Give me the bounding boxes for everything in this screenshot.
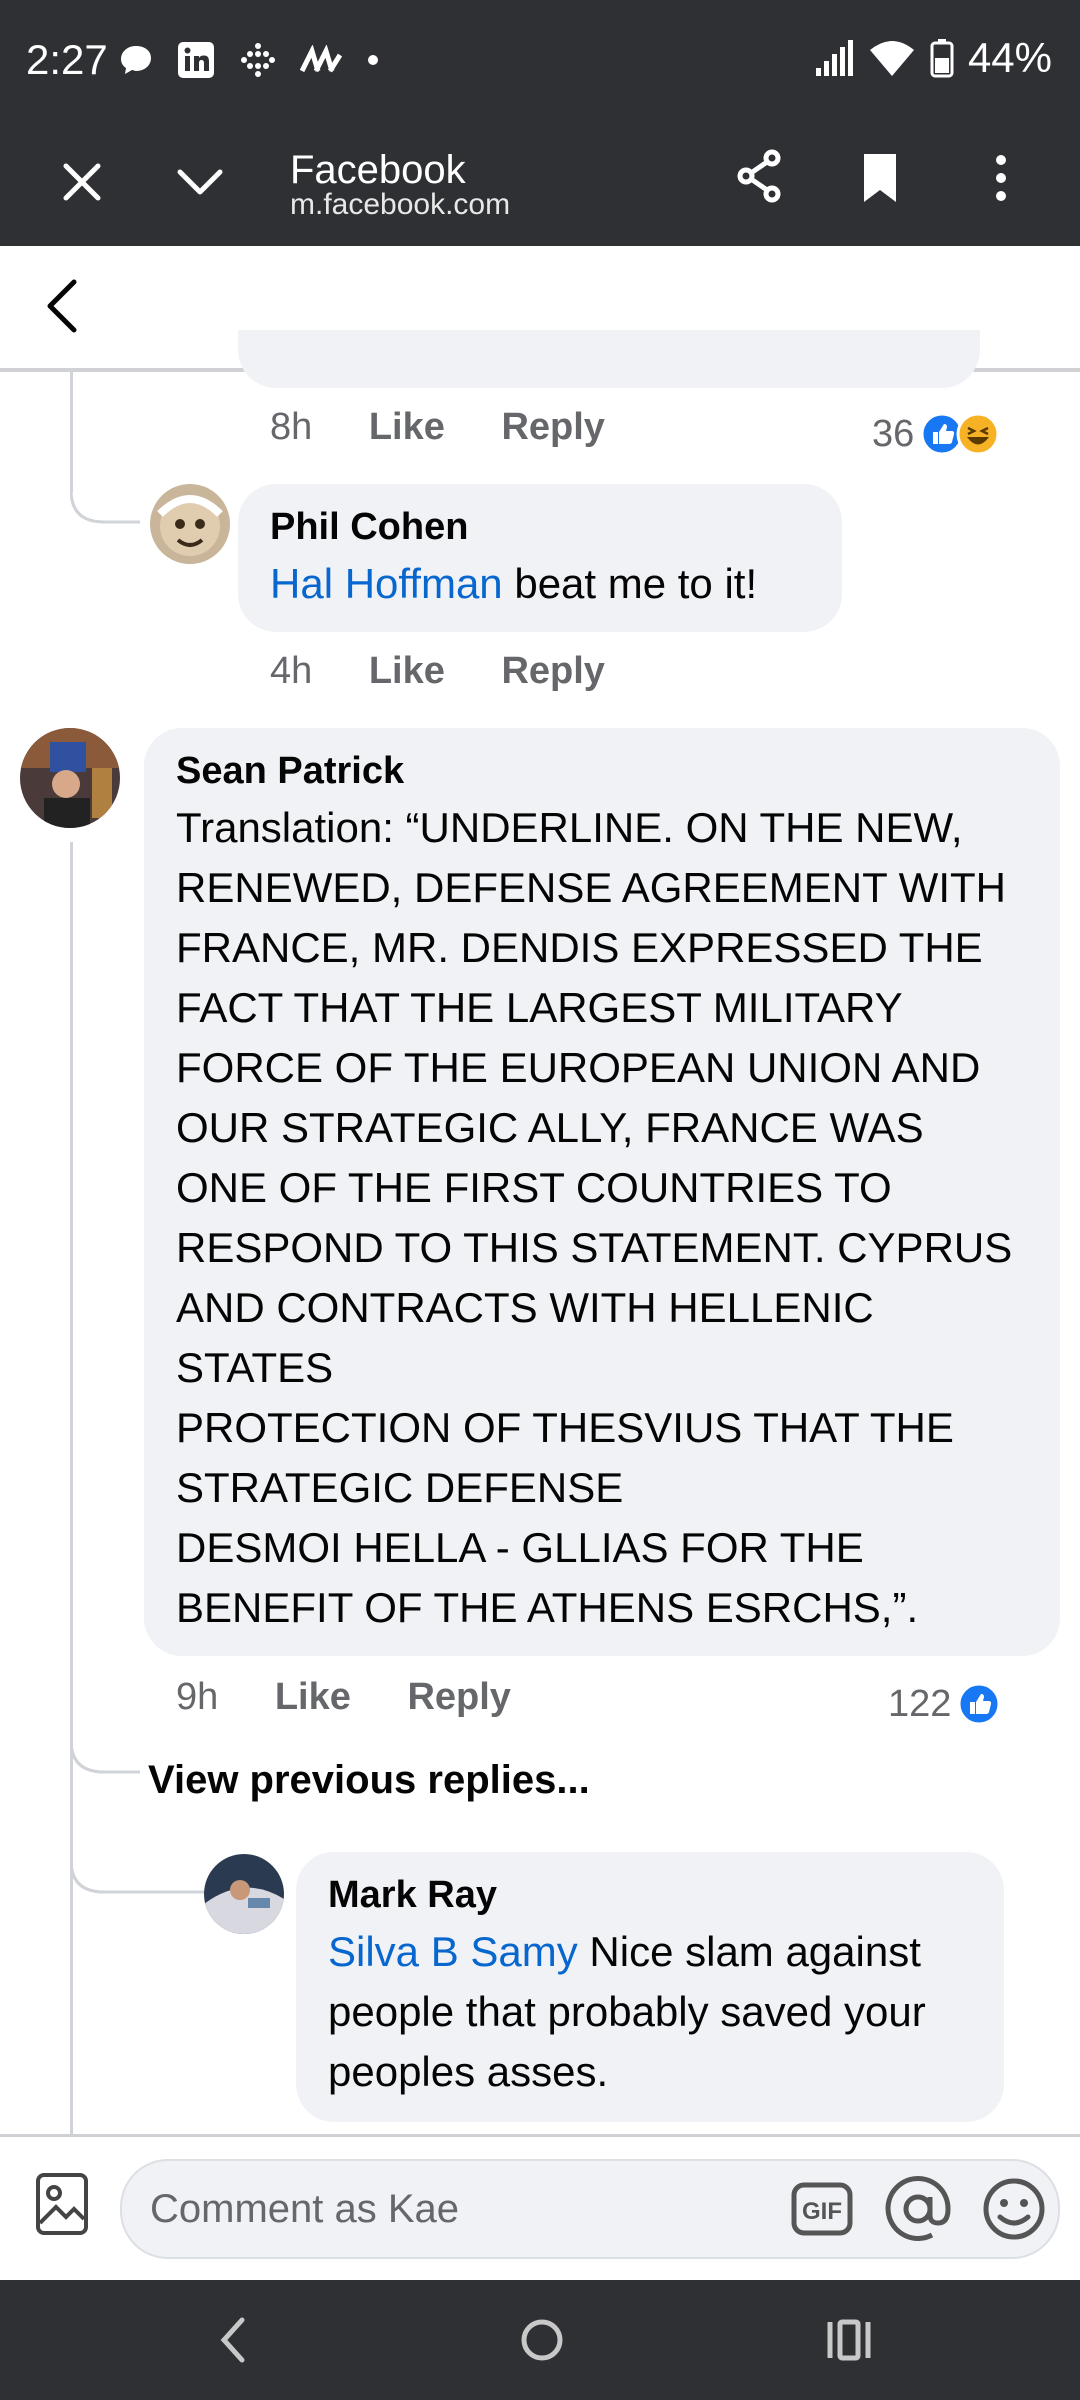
comment-text-line: BENEFIT OF THE ATHENS ESRCHS,”.: [176, 1584, 919, 1631]
nav-home-icon[interactable]: [516, 2314, 568, 2366]
like-button[interactable]: Like: [275, 1676, 351, 1718]
comment-text-line: OUR STRATEGIC ALLY, FRANCE WAS: [176, 1104, 924, 1151]
nav-recents-icon[interactable]: [824, 2314, 874, 2366]
comment-text-line: RESPOND TO THIS STATEMENT. CYPRUS: [176, 1224, 1013, 1271]
comment-actions: 9h Like Reply: [176, 1676, 511, 1719]
dots-grid-icon: [241, 43, 275, 77]
mention-at-icon[interactable]: [882, 2173, 954, 2245]
comment-bubble: Sean Patrick Translation: “UNDERLINE. ON…: [144, 728, 1060, 1656]
close-icon[interactable]: [56, 156, 108, 208]
battery-icon: [930, 39, 954, 78]
thread-line: [70, 842, 73, 2134]
comment-text-line: Translation: “UNDERLINE. ON THE NEW,: [176, 804, 963, 851]
like-button[interactable]: Like: [369, 650, 445, 692]
battery-percent: 44%: [967, 34, 1052, 81]
status-bar: 2:27 44%: [0, 0, 1080, 122]
mention-link[interactable]: Silva B Samy: [328, 1928, 578, 1975]
comment-text-line: DESMOI HELLA - GLLIAS FOR THE: [176, 1524, 864, 1571]
thread-connector: [70, 470, 140, 524]
comment-bubble-partial: [238, 330, 980, 388]
comment-bubble: Phil Cohen Hal Hoffman beat me to it!: [238, 484, 842, 632]
comment-text-line: AND CONTRACTS WITH HELLENIC: [176, 1284, 874, 1331]
avatar[interactable]: [150, 484, 230, 564]
navigation-bar: [0, 2280, 1080, 2400]
view-previous-replies[interactable]: View previous replies...: [148, 1758, 590, 1803]
status-time: 2:27: [26, 36, 108, 83]
reaction-count: 36: [872, 412, 915, 455]
emoji-icon[interactable]: [980, 2175, 1048, 2243]
browser-toolbar: Facebook m.facebook.com: [0, 122, 1080, 246]
reply-button[interactable]: Reply: [501, 650, 604, 692]
chevron-down-icon[interactable]: [174, 162, 226, 202]
nav-back-icon[interactable]: [214, 2314, 254, 2366]
photo-icon[interactable]: [32, 2169, 92, 2239]
mention-link[interactable]: Hal Hoffman: [270, 560, 503, 607]
comment-time: 4h: [270, 650, 313, 692]
linkedin-icon: [178, 42, 214, 78]
more-vert-icon[interactable]: [990, 150, 1012, 206]
comment-text-line: ONE OF THE FIRST COUNTRIES TO: [176, 1164, 892, 1211]
comment-text-line: FORCE OF THE EUROPEAN UNION AND: [176, 1044, 981, 1091]
like-button[interactable]: Like: [369, 406, 445, 448]
page-title: Facebook: [290, 148, 466, 192]
haha-reaction-icon: [956, 412, 1000, 456]
reactions-summary[interactable]: 36: [872, 412, 1000, 456]
comment-actions: 4h Like Reply: [270, 650, 605, 693]
avatar[interactable]: [204, 1854, 284, 1934]
thread-connector: [70, 1820, 220, 1894]
comment-actions: 8h Like Reply: [270, 406, 605, 449]
share-icon[interactable]: [734, 148, 786, 204]
svg-text:GIF: GIF: [802, 2198, 842, 2225]
avatar[interactable]: [20, 728, 120, 828]
dot-icon: [368, 55, 378, 65]
comment-author[interactable]: Sean Patrick: [176, 750, 404, 793]
bookmark-icon[interactable]: [858, 150, 902, 206]
signal-icon: [815, 40, 853, 76]
comment-text: Hal Hoffman beat me to it!: [270, 560, 758, 607]
reply-button[interactable]: Reply: [501, 406, 604, 448]
comment-text-line: STATES: [176, 1344, 334, 1391]
comment-author[interactable]: Phil Cohen: [270, 506, 468, 549]
comment-text: Translation: “UNDERLINE. ON THE NEW, RENE…: [176, 798, 1012, 1638]
gif-icon[interactable]: GIF: [790, 2177, 854, 2241]
comment-bubble: Mark Ray Silva B Samy Nice slam against …: [296, 1852, 1004, 2122]
status-right: 44%: [814, 34, 1052, 82]
comment-author[interactable]: Mark Ray: [328, 1874, 497, 1917]
comment-text-line: PROTECTION OF THESVIUS THAT THE: [176, 1404, 954, 1451]
comment-text-line: RENEWED, DEFENSE AGREEMENT WITH: [176, 864, 1006, 911]
thread-connector: [70, 1720, 140, 1774]
reaction-count: 122: [888, 1682, 952, 1725]
notification-icons: [118, 40, 380, 80]
comment-text-line: STRATEGIC DEFENSE: [176, 1464, 624, 1511]
wifi-icon: [869, 41, 914, 76]
comment-time: 9h: [176, 1676, 219, 1718]
comment-input[interactable]: Comment as Kae GIF: [120, 2159, 1060, 2259]
comment-input-placeholder: Comment as Kae: [150, 2187, 460, 2231]
medium-icon: [300, 45, 343, 73]
page-url[interactable]: m.facebook.com: [290, 188, 510, 222]
comment-text: Silva B Samy Nice slam against people th…: [328, 1928, 926, 2095]
comment-text-line: FACT THAT THE LARGEST MILITARY: [176, 984, 903, 1031]
comment-time: 8h: [270, 406, 313, 448]
reply-button[interactable]: Reply: [407, 1676, 510, 1718]
comment-composer: Comment as Kae GIF: [0, 2134, 1080, 2283]
like-reaction-icon: [957, 1682, 1001, 1726]
reactions-summary[interactable]: 122: [888, 1682, 1001, 1726]
chat-bubble-icon: [121, 46, 151, 74]
comment-text-line: FRANCE, MR. DENDIS EXPRESSED THE: [176, 924, 983, 971]
back-arrow-icon[interactable]: [42, 276, 82, 336]
